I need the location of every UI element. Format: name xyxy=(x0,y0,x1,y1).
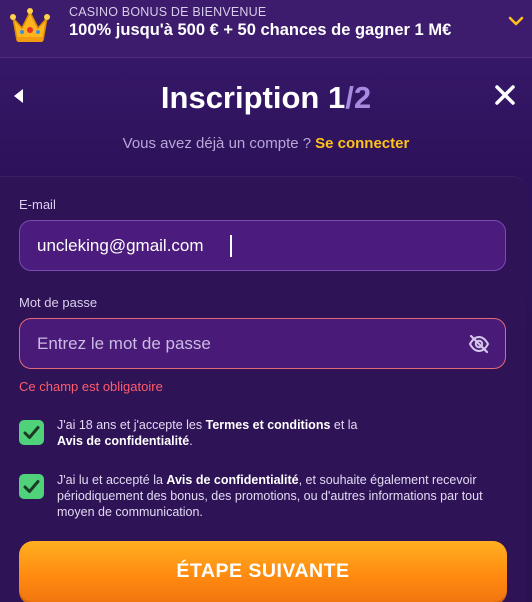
email-field[interactable] xyxy=(19,220,506,271)
privacy-link[interactable]: Avis de confidentialité xyxy=(57,434,189,448)
password-field[interactable] xyxy=(19,318,506,369)
banner-title: 100% jusqu'à 500 € + 50 chances de gagne… xyxy=(69,21,452,39)
marketing-checkbox[interactable] xyxy=(19,474,44,499)
bonus-banner[interactable]: CASINO BONUS DE BIENVENUE 100% jusqu'à 5… xyxy=(0,0,532,58)
next-step-button[interactable]: ÉTAPE SUIVANTE xyxy=(19,541,507,602)
crown-icon xyxy=(10,8,50,42)
marketing-consent-text: J'ai lu et accepté la Avis de confidenti… xyxy=(57,473,483,519)
password-input[interactable] xyxy=(37,319,457,368)
terms-checkbox[interactable] xyxy=(19,420,44,445)
banner-kicker: CASINO BONUS DE BIENVENUE xyxy=(69,5,267,19)
email-label: E-mail xyxy=(19,197,56,212)
email-input[interactable] xyxy=(37,221,457,270)
login-link[interactable]: Se connecter xyxy=(315,135,409,152)
page-title: Inscription 1/2 xyxy=(160,80,372,115)
text-caret xyxy=(230,235,232,257)
privacy-link[interactable]: Avis de confidentialité xyxy=(166,473,298,487)
registration-page: CASINO BONUS DE BIENVENUE 100% jusqu'à 5… xyxy=(0,0,532,602)
password-error: Ce champ est obligatoire xyxy=(19,379,163,394)
eye-off-icon[interactable] xyxy=(468,334,490,354)
terms-link[interactable]: Termes et conditions xyxy=(206,418,331,432)
checkmark-icon xyxy=(23,480,40,493)
chevron-down-icon[interactable] xyxy=(508,13,524,29)
terms-consent-text: J'ai 18 ans et j'accepte les Termes et c… xyxy=(57,418,358,448)
next-step-label: ÉTAPE SUIVANTE xyxy=(176,560,350,582)
step-total: /2 xyxy=(345,80,372,115)
password-label: Mot de passe xyxy=(19,295,98,310)
close-button[interactable] xyxy=(494,84,516,106)
checkmark-icon xyxy=(23,426,40,439)
login-prompt: Vous avez déjà un compte ? Se connecter xyxy=(122,135,410,152)
